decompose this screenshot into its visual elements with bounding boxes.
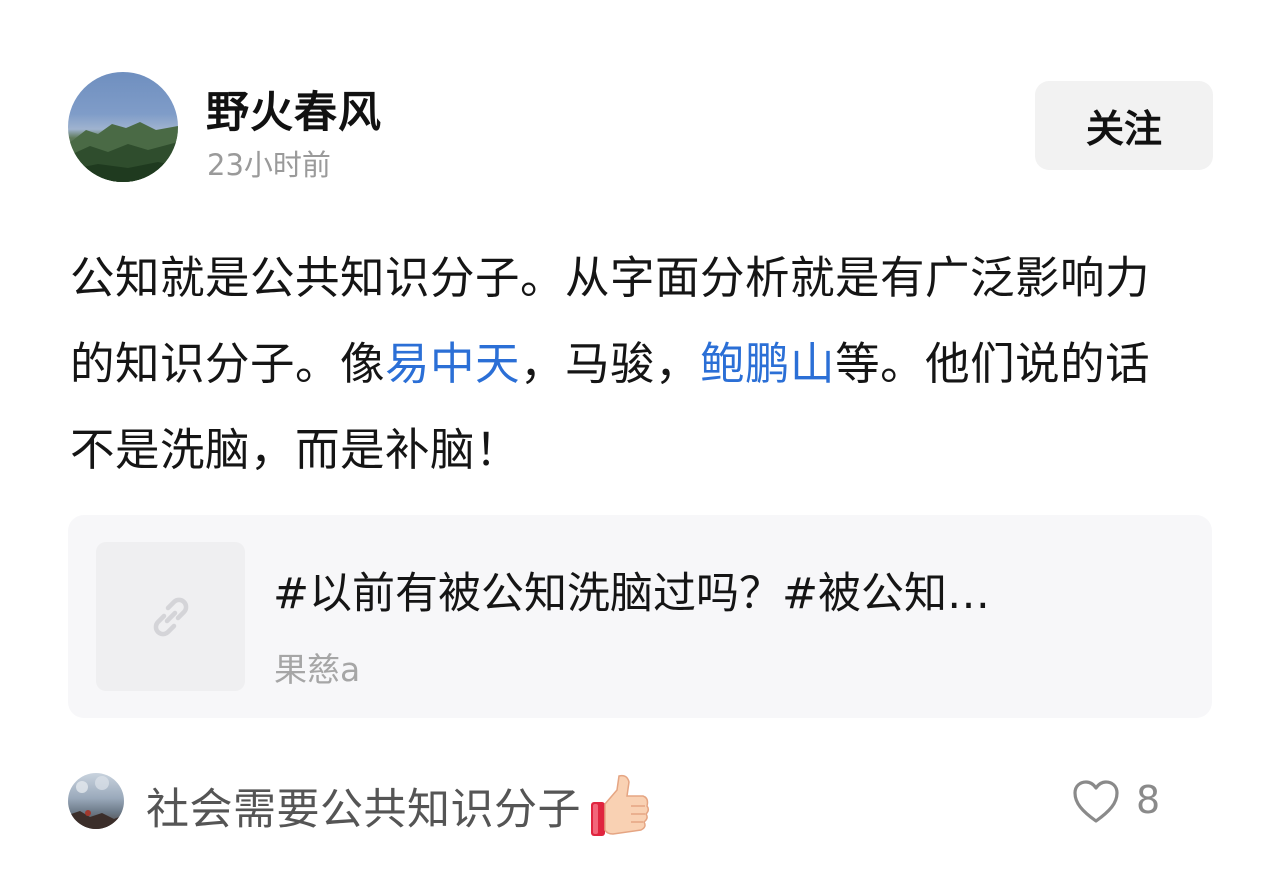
heart-outline-icon[interactable] [1072, 779, 1120, 825]
comment-label: 社会需要公共知识分子 [146, 785, 581, 835]
post-text: 公知就是公共知识分子。从字面分析就是有广泛影响力的知识分子。像易中天，马骏，鲍鹏… [70, 236, 1180, 494]
author-avatar[interactable] [68, 72, 178, 182]
comment-text[interactable]: 社会需要公共知识分子 [146, 772, 651, 840]
author-name[interactable]: 野火春风 [206, 78, 382, 140]
link-source: 果慈a [274, 650, 361, 689]
link-card[interactable]: #以前有被公知洗脑过吗？#被公知… 果慈a [68, 515, 1212, 718]
post-time: 23小时前 [207, 148, 331, 182]
link-title: #以前有被公知洗脑过吗？#被公知… [273, 569, 991, 619]
link-icon [153, 597, 188, 636]
thumbs-up-icon [591, 774, 650, 836]
post-text-segment: ，马骏， [520, 339, 701, 390]
follow-button[interactable]: 关注 [1035, 81, 1213, 170]
link-thumbnail [96, 542, 245, 691]
mention-link[interactable]: 易中天 [385, 339, 520, 390]
like-count: 8 [1136, 778, 1161, 822]
mention-link[interactable]: 鲍鹏山 [700, 339, 835, 390]
commenter-avatar[interactable] [68, 773, 124, 829]
